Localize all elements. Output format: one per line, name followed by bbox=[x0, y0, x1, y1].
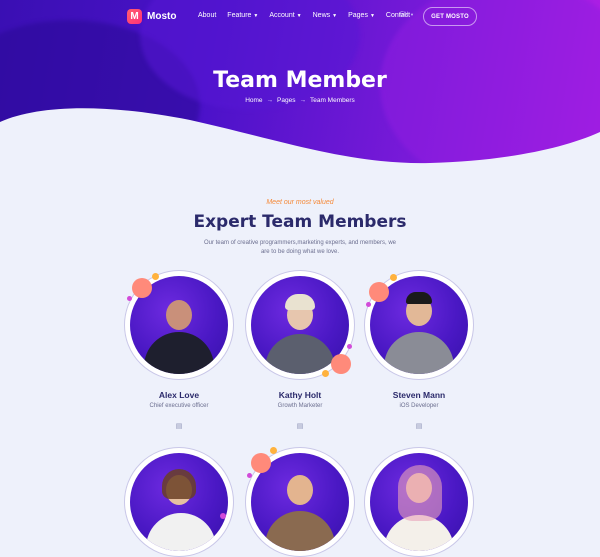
nav-label: Account bbox=[269, 12, 295, 19]
brand-logo[interactable]: M Mosto bbox=[127, 9, 176, 24]
chevron-down-icon: ▼ bbox=[410, 12, 414, 17]
person-body bbox=[265, 511, 335, 551]
nav-item-news[interactable]: News ▼ bbox=[313, 12, 337, 19]
nav-item-about[interactable]: About bbox=[198, 12, 216, 19]
avatar-frame bbox=[124, 447, 234, 557]
arrow-right-icon: → bbox=[299, 97, 306, 104]
linkedin-icon[interactable]: ▤ bbox=[174, 422, 184, 430]
member-role: Chief executive officer bbox=[149, 403, 209, 409]
get-mosto-button[interactable]: GET MOSTO bbox=[423, 7, 477, 26]
decor-dot bbox=[366, 302, 371, 307]
decor-dot bbox=[390, 274, 397, 281]
team-member-card[interactable]: Kathy Holt Growth Marketer ▤ bbox=[245, 270, 355, 440]
decor-dot bbox=[331, 354, 351, 374]
decor-dot bbox=[247, 473, 252, 478]
language-select[interactable]: EN ▼ bbox=[400, 12, 414, 18]
chevron-down-icon: ▼ bbox=[253, 12, 259, 19]
person-hair bbox=[162, 469, 196, 499]
avatar bbox=[370, 453, 468, 551]
person-hair bbox=[398, 465, 442, 521]
decor-dot bbox=[322, 370, 329, 377]
decor-dot bbox=[347, 344, 352, 349]
breadcrumb: Home → Pages → Team Members bbox=[0, 97, 600, 104]
decor-dot bbox=[220, 513, 226, 519]
person-body bbox=[384, 332, 454, 374]
logo-icon: M bbox=[127, 9, 142, 24]
arrow-right-icon: → bbox=[266, 97, 274, 104]
person-body bbox=[144, 332, 214, 374]
linkedin-icon[interactable]: ▤ bbox=[295, 422, 305, 430]
person-head bbox=[166, 300, 192, 330]
nav-label: Feature bbox=[227, 12, 252, 19]
chevron-down-icon: ▼ bbox=[332, 12, 338, 19]
decor-dot bbox=[152, 273, 159, 280]
team-member-card[interactable] bbox=[124, 447, 234, 557]
nav-item-pages[interactable]: Pages ▼ bbox=[348, 12, 375, 19]
breadcrumb-current: Team Members bbox=[309, 97, 355, 104]
member-name: Kathy Holt bbox=[278, 390, 322, 400]
decor-dot bbox=[270, 447, 277, 454]
decor-dot bbox=[369, 282, 389, 302]
person-head bbox=[287, 475, 313, 505]
decor-dot bbox=[127, 296, 132, 301]
chevron-down-icon: ▼ bbox=[369, 12, 375, 19]
breadcrumb-pages[interactable]: Pages bbox=[277, 97, 295, 104]
decor-dot bbox=[251, 453, 271, 473]
linkedin-icon[interactable]: ▤ bbox=[414, 422, 424, 430]
page-title: Team Member bbox=[213, 68, 387, 93]
member-role: Growth Marketer bbox=[277, 403, 323, 409]
section-title: Expert Team Members bbox=[193, 212, 407, 232]
main-nav: About Feature ▼ Account ▼ News ▼ Pages ▼ Con… bbox=[198, 12, 421, 19]
avatar bbox=[130, 453, 228, 551]
team-member-card[interactable]: Steven Mann iOS Developer ▤ bbox=[364, 270, 474, 440]
nav-label: Pages bbox=[348, 12, 368, 19]
member-name: Steven Mann bbox=[392, 390, 446, 400]
nav-label: News bbox=[312, 12, 331, 19]
person-hair bbox=[285, 294, 315, 310]
section-description: Our team of creative programmers,marketi… bbox=[203, 240, 397, 255]
team-member-card[interactable] bbox=[245, 447, 355, 557]
decor-dot bbox=[132, 278, 152, 298]
nav-item-feature[interactable]: Feature ▼ bbox=[227, 12, 258, 19]
nav-label: About bbox=[198, 12, 217, 19]
team-member-card[interactable]: Alex Love Chief executive officer ▤ bbox=[124, 270, 234, 440]
person-body bbox=[146, 513, 216, 551]
person-hair bbox=[406, 292, 432, 304]
section-eyebrow: Meet our most valued bbox=[266, 199, 334, 206]
brand-name: Mosto bbox=[147, 11, 177, 22]
team-member-card[interactable] bbox=[364, 447, 474, 557]
nav-item-account[interactable]: Account ▼ bbox=[269, 12, 301, 19]
avatar-frame bbox=[364, 447, 474, 557]
member-name: Alex Love bbox=[158, 390, 200, 400]
member-role: iOS Developer bbox=[399, 403, 439, 409]
language-label: EN bbox=[400, 12, 409, 18]
chevron-down-icon: ▼ bbox=[296, 12, 302, 19]
breadcrumb-home[interactable]: Home bbox=[245, 97, 262, 104]
person-body bbox=[265, 334, 335, 374]
